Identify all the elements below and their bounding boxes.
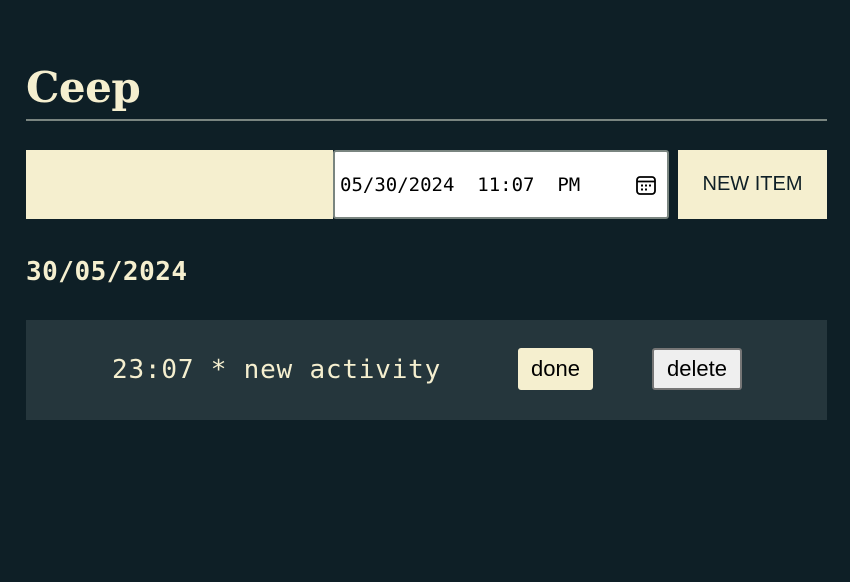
activity-text: 23:07 * new activity <box>112 355 442 385</box>
app-title: Ceep <box>26 63 141 112</box>
date-heading: 30/05/2024 <box>26 257 188 287</box>
activity-text-input[interactable] <box>26 150 333 219</box>
new-item-button[interactable]: NEW ITEM <box>678 150 827 219</box>
list-item: 23:07 * new activity done delete <box>26 320 827 420</box>
new-item-form: 05/30/2024 11:07 PM NEW ITEM <box>26 150 827 219</box>
datetime-value: 05/30/2024 11:07 PM <box>340 173 581 196</box>
title-divider <box>26 119 827 121</box>
calendar-icon[interactable] <box>635 174 657 196</box>
done-button[interactable]: done <box>518 348 593 390</box>
datetime-input[interactable]: 05/30/2024 11:07 PM <box>333 150 669 219</box>
delete-button[interactable]: delete <box>652 348 742 390</box>
